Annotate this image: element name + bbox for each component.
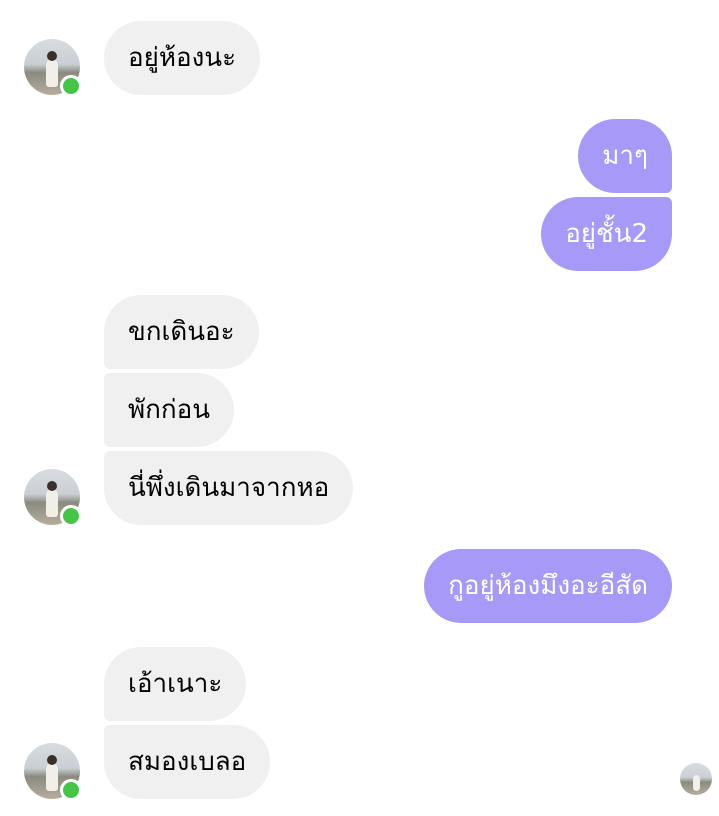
message-bubble-incoming[interactable]: พักก่อน	[104, 373, 235, 447]
contact-avatar[interactable]	[24, 743, 82, 801]
message-bubble-outgoing[interactable]: กูอยู่ห้องมึงอะอีสัด	[424, 549, 672, 623]
online-status-icon	[60, 779, 82, 801]
message-bubble-outgoing[interactable]: มาๆ	[578, 119, 672, 193]
message-bubble-incoming[interactable]: สมองเบลอ	[104, 725, 271, 799]
message-bubble-incoming[interactable]: ขกเดินอะ	[104, 295, 259, 369]
message-bubble-incoming[interactable]: เอ้าเนาะ	[104, 647, 247, 721]
message-bubble-incoming[interactable]: อยู่ห้องนะ	[104, 21, 261, 95]
message-bubble-outgoing[interactable]: อยู่ชั้น2	[541, 197, 672, 271]
message-bubble-incoming[interactable]: นี่พึ่งเดินมาจากหอ	[104, 451, 354, 525]
contact-avatar[interactable]	[24, 39, 82, 97]
read-receipt-icon	[680, 763, 712, 795]
contact-avatar[interactable]	[24, 469, 82, 527]
online-status-icon	[60, 505, 82, 527]
online-status-icon	[60, 75, 82, 97]
